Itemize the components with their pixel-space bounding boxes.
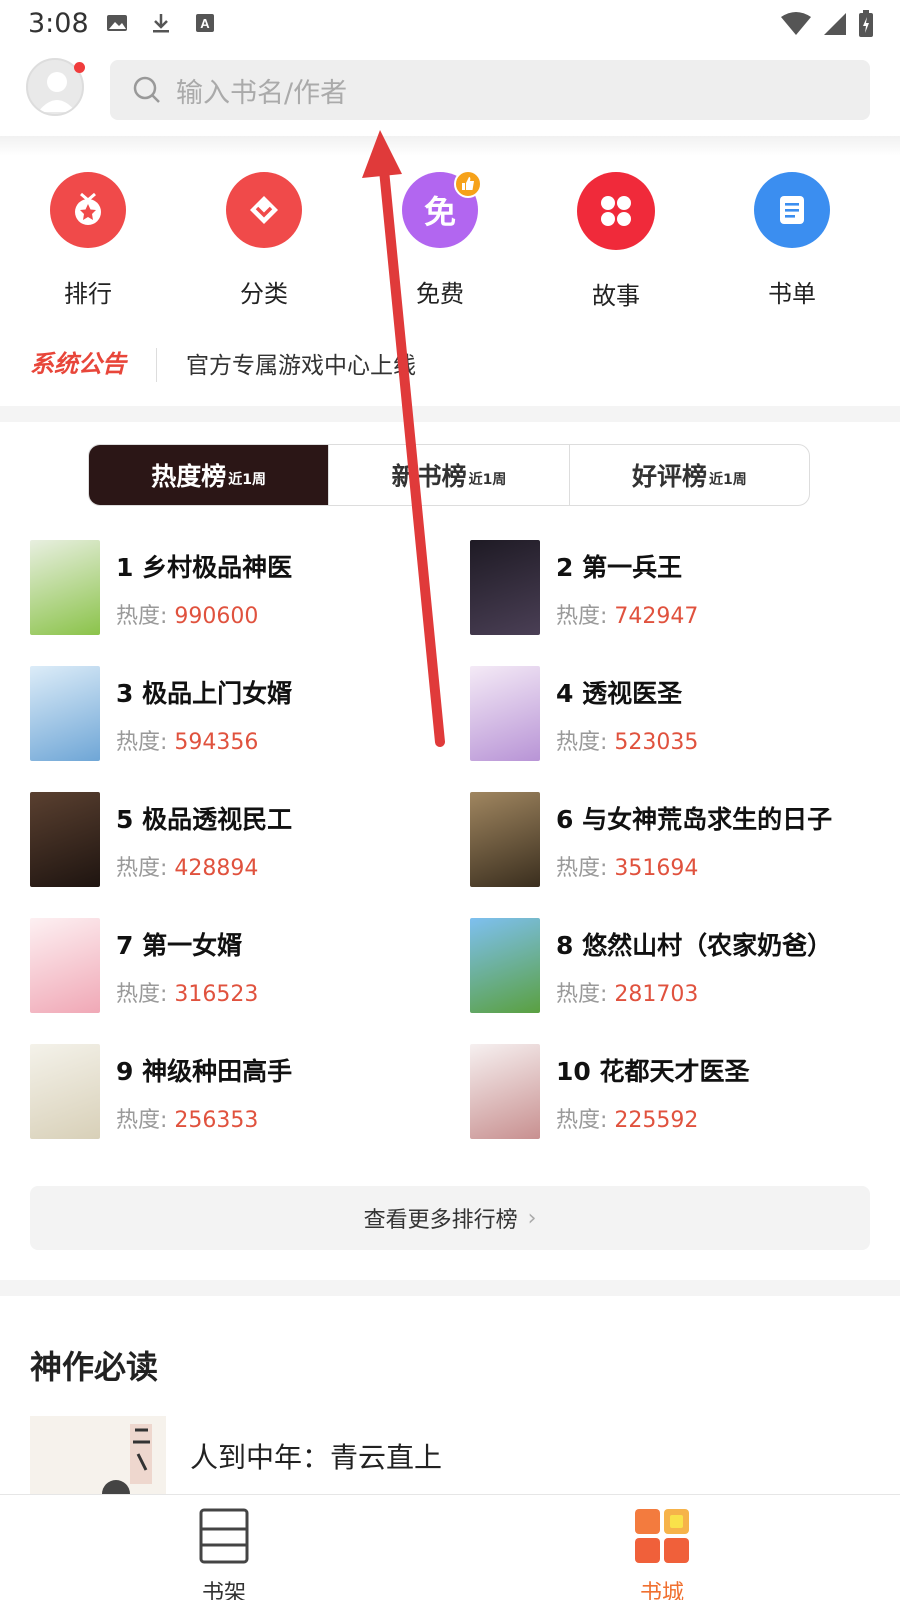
quick-nav-label: 排行	[64, 280, 112, 308]
book-title: 7 第一女婿	[116, 931, 243, 960]
notice-tag: 系统公告	[30, 350, 126, 378]
book-heat: 热度: 594356	[116, 730, 259, 755]
list-doc-icon	[754, 172, 830, 248]
top-header: 输入书名/作者	[0, 48, 900, 136]
book-cover	[470, 1044, 540, 1139]
quick-nav-label: 免费	[416, 280, 464, 308]
ranking-tabs: 热度榜 近1周 新书榜 近1周 好评榜 近1周	[88, 444, 810, 506]
download-icon	[153, 14, 169, 33]
bottom-nav: 书架 书城	[0, 1494, 900, 1600]
book-cover	[470, 666, 540, 761]
tab-rating[interactable]: 好评榜 近1周	[568, 445, 809, 505]
bookshelf-icon	[199, 1508, 249, 1564]
quick-nav-category[interactable]: 分类	[204, 172, 324, 309]
status-right	[780, 10, 874, 38]
book-heat: 热度: 428894	[116, 856, 259, 881]
list-item[interactable]: 7 第一女婿 热度: 316523	[30, 918, 450, 1018]
header-shadow	[0, 136, 900, 156]
list-item[interactable]: 2 第一兵王 热度: 742947	[470, 540, 890, 640]
status-time: 3:08	[28, 8, 89, 39]
tab-new[interactable]: 新书榜 近1周	[328, 445, 568, 505]
status-bar: 3:08 A	[0, 0, 900, 48]
wifi-icon	[781, 12, 811, 35]
book-cover	[30, 1044, 100, 1139]
book-heat: 热度: 742947	[556, 604, 699, 629]
notice-divider	[156, 348, 157, 382]
bottom-nav-bookstore[interactable]: 书城	[602, 1507, 722, 1600]
quick-nav-booklist[interactable]: 书单	[732, 172, 852, 309]
list-item[interactable]: 5 极品透视民工 热度: 428894	[30, 792, 450, 892]
quick-nav-free[interactable]: 免 免费	[380, 170, 500, 309]
quick-nav-label: 故事	[592, 282, 640, 310]
notification-dot	[74, 62, 85, 73]
list-item[interactable]: 8 悠然山村（农家奶爸） 热度: 281703	[470, 918, 890, 1018]
list-item[interactable]: 3 极品上门女婿 热度: 594356	[30, 666, 450, 766]
section-gap	[0, 406, 900, 422]
bottom-nav-label: 书架	[201, 1581, 246, 1600]
book-title: 4 透视医圣	[556, 679, 683, 708]
book-cover[interactable]	[30, 1416, 166, 1496]
book-heat: 热度: 351694	[556, 856, 699, 881]
quick-nav-story[interactable]: 故事	[556, 172, 676, 311]
search-placeholder: 输入书名/作者	[176, 77, 348, 109]
text-a-icon: A	[196, 14, 214, 32]
book-cover	[30, 540, 100, 635]
chevron-right-icon: ›	[527, 1205, 537, 1231]
free-icon: 免	[402, 170, 482, 248]
bottom-nav-label: 书城	[639, 1581, 684, 1600]
section-gap	[0, 1280, 900, 1296]
more-rankings-label: 查看更多排行榜	[363, 1208, 518, 1233]
book-heat: 热度: 990600	[116, 604, 259, 629]
grid-icon	[577, 172, 655, 250]
quick-nav-ranking[interactable]: 排行	[28, 172, 148, 309]
system-notice[interactable]: 系统公告 官方专属游戏中心上线	[0, 338, 900, 388]
book-cover	[470, 918, 540, 1013]
book-title: 2 第一兵王	[556, 553, 683, 582]
image-icon	[107, 15, 127, 31]
book-title: 1 乡村极品神医	[116, 553, 293, 582]
quick-nav: 排行 分类 免 免费 故事 书单	[0, 170, 900, 312]
book-title: 5 极品透视民工	[116, 805, 293, 834]
more-rankings-button[interactable]: 查看更多排行榜 ›	[30, 1186, 870, 1250]
list-item[interactable]: 4 透视医圣 热度: 523035	[470, 666, 890, 766]
tab-hot[interactable]: 热度榜 近1周	[89, 445, 329, 505]
book-cover	[30, 918, 100, 1013]
book-cover	[30, 666, 100, 761]
book-title: 8 悠然山村（农家奶爸）	[556, 931, 833, 960]
search-input[interactable]: 输入书名/作者	[110, 60, 870, 120]
quick-nav-label: 分类	[240, 280, 288, 308]
book-title: 3 极品上门女婿	[116, 679, 293, 708]
quick-nav-label: 书单	[768, 280, 816, 308]
search-icon	[133, 76, 160, 103]
battery-icon	[859, 10, 873, 37]
book-title: 6 与女神荒岛求生的日子	[556, 805, 833, 834]
list-item[interactable]: 10 花都天才医圣 热度: 225592	[470, 1044, 890, 1144]
list-item[interactable]: 1 乡村极品神医 热度: 990600	[30, 540, 450, 640]
book-cover	[470, 792, 540, 887]
book-title: 9 神级种田高手	[116, 1057, 293, 1086]
signal-icon	[824, 13, 846, 35]
medal-icon	[50, 172, 126, 248]
book-title: 10 花都天才医圣	[556, 1057, 750, 1086]
book-title[interactable]: 人到中年：青云直上	[190, 1436, 442, 1476]
list-item[interactable]: 6 与女神荒岛求生的日子 热度: 351694	[470, 792, 890, 892]
book-heat: 热度: 281703	[556, 982, 699, 1007]
book-heat: 热度: 316523	[116, 982, 259, 1007]
book-heat: 热度: 256353	[116, 1108, 259, 1133]
diamond-icon	[226, 172, 302, 248]
bookstore-icon	[635, 1509, 689, 1563]
book-cover	[30, 792, 100, 887]
bottom-nav-bookshelf[interactable]: 书架	[164, 1507, 284, 1600]
book-cover	[470, 540, 540, 635]
list-item[interactable]: 9 神级种田高手 热度: 256353	[30, 1044, 450, 1144]
book-heat: 热度: 523035	[556, 730, 699, 755]
thumbs-up-icon	[454, 170, 482, 198]
book-heat: 热度: 225592	[556, 1108, 699, 1133]
notice-text: 官方专属游戏中心上线	[186, 353, 416, 379]
bookstore-page: 3:08 A 输入书名/作者 排行 分类 免 免费 故事 书单 系统公告 官方专…	[0, 0, 900, 1600]
section-title: 神作必读	[30, 1348, 159, 1386]
svg-text:A: A	[200, 16, 210, 31]
